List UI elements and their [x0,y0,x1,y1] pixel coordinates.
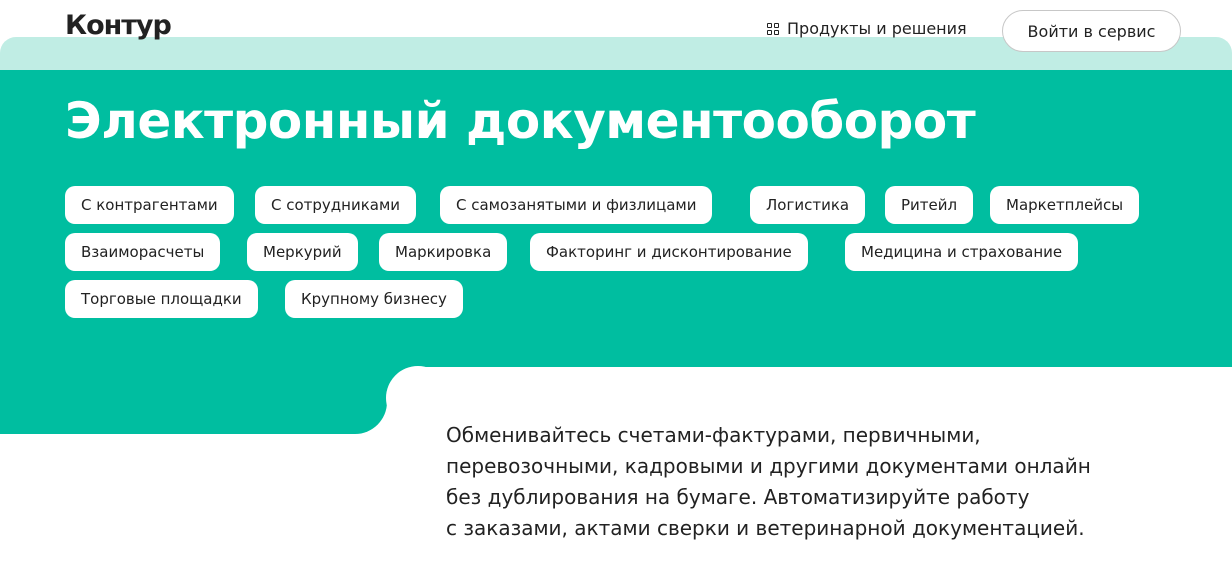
products-menu-label: Продукты и решения [787,19,967,38]
chip-trading-platforms[interactable]: Торговые площадки [65,280,258,318]
chip-labeling[interactable]: Маркировка [379,233,508,271]
chip-marketplaces[interactable]: Маркетплейсы [990,186,1140,224]
chip-logistics[interactable]: Логистика [750,186,866,224]
description-line: с заказами, актами сверки и ветеринарной… [446,516,1085,540]
description-text: Обменивайтесь счетами-фактурами, первичн… [446,420,1206,544]
chip-employees[interactable]: С сотрудниками [255,186,417,224]
products-menu-link[interactable]: Продукты и решения [767,19,967,38]
chip-mercury[interactable]: Меркурий [247,233,358,271]
site-header: Контур Продукты и решения Войти в сервис [0,0,1232,58]
chip-large-business[interactable]: Крупному бизнесу [285,280,463,318]
chip-factoring[interactable]: Факторинг и дисконтирование [530,233,808,271]
page-title: Электронный документооборот [65,92,976,150]
grid-icon [767,22,779,35]
description-line: перевозочными, кадровыми и другими докум… [446,454,1091,478]
description-line: без дублирования на бумаге. Автоматизиру… [446,485,1030,509]
chip-settlements[interactable]: Взаиморасчеты [65,233,221,271]
login-button[interactable]: Войти в сервис [1002,10,1181,52]
chip-counterparties[interactable]: С контрагентами [65,186,234,224]
chip-retail[interactable]: Ритейл [885,186,974,224]
description-line: Обменивайтесь счетами-фактурами, первичн… [446,423,981,447]
hero-bottom-extension [0,366,387,434]
chip-self-employed[interactable]: С самозанятыми и физлицами [440,186,713,224]
chip-medicine-insurance[interactable]: Медицина и страхование [845,233,1079,271]
logo[interactable]: Контур [65,10,172,41]
hero-corner-notch [386,366,450,430]
